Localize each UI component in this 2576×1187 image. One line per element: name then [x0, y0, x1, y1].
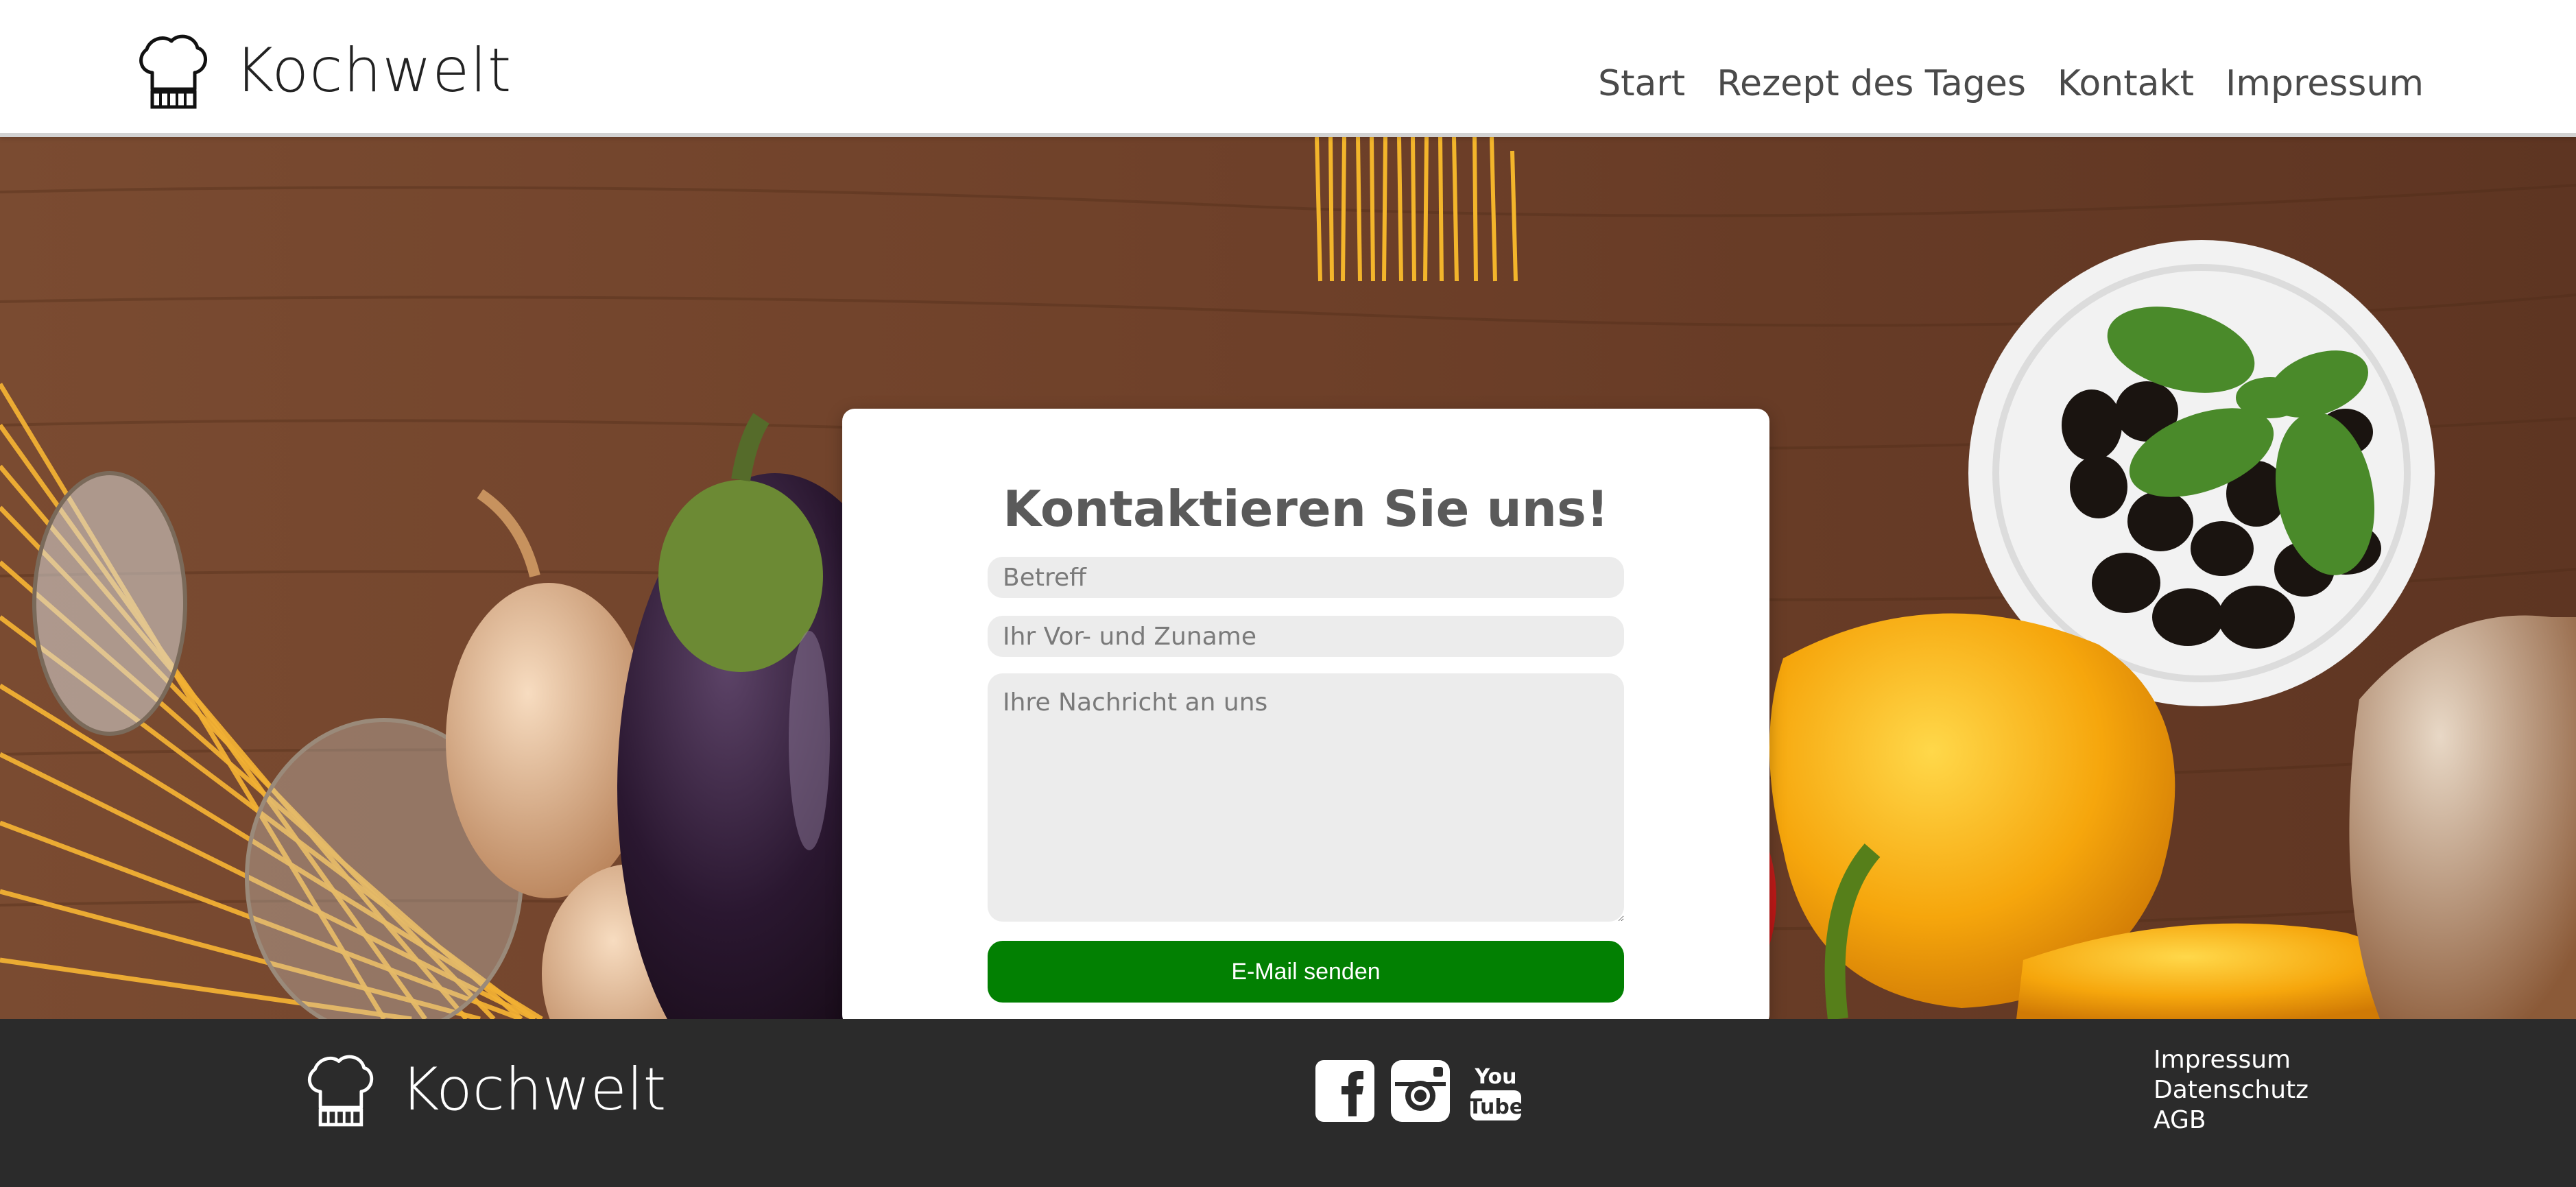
social-links: You Tube	[1314, 1059, 1527, 1123]
name-input[interactable]	[988, 616, 1624, 657]
header-logo-link[interactable]: Kochwelt	[136, 30, 512, 111]
main-nav: Start Rezept des Tages Kontakt Impressum	[1598, 66, 2424, 101]
brand-name: Kochwelt	[235, 35, 512, 106]
contact-form-card: Kontaktieren Sie uns! E-Mail senden	[842, 409, 1769, 1019]
chef-hat-icon	[139, 34, 207, 109]
hero-section: Kontaktieren Sie uns! E-Mail senden	[0, 137, 2576, 1019]
message-textarea[interactable]	[988, 673, 1624, 922]
footer-logo-link[interactable]: Kochwelt	[305, 1051, 666, 1129]
footer-link-impressum[interactable]: Impressum	[2154, 1046, 2309, 1074]
instagram-icon[interactable]	[1390, 1059, 1451, 1123]
youtube-icon[interactable]: You Tube	[1465, 1059, 1527, 1123]
contact-title: Kontaktieren Sie uns!	[1003, 480, 1609, 538]
nav-impressum[interactable]: Impressum	[2226, 66, 2424, 101]
site-footer: Kochwelt You Tube Impressum Datenschutz …	[0, 1019, 2576, 1187]
subject-input[interactable]	[988, 557, 1624, 598]
footer-link-agb[interactable]: AGB	[2154, 1107, 2309, 1134]
nav-start[interactable]: Start	[1598, 66, 1685, 101]
chef-hat-icon	[307, 1055, 374, 1127]
svg-text:Tube: Tube	[1468, 1095, 1523, 1119]
site-header: Kochwelt Start Rezept des Tages Kontakt …	[0, 0, 2576, 137]
footer-brand-name: Kochwelt	[401, 1055, 667, 1124]
footer-links: Impressum Datenschutz AGB	[2154, 1046, 2309, 1134]
send-email-button[interactable]: E-Mail senden	[988, 941, 1624, 1003]
footer-link-datenschutz[interactable]: Datenschutz	[2154, 1077, 2309, 1104]
nav-kontakt[interactable]: Kontakt	[2058, 66, 2194, 101]
svg-text:You: You	[1475, 1065, 1517, 1089]
nav-rezept-des-tages[interactable]: Rezept des Tages	[1717, 66, 2026, 101]
facebook-icon[interactable]	[1314, 1059, 1376, 1123]
